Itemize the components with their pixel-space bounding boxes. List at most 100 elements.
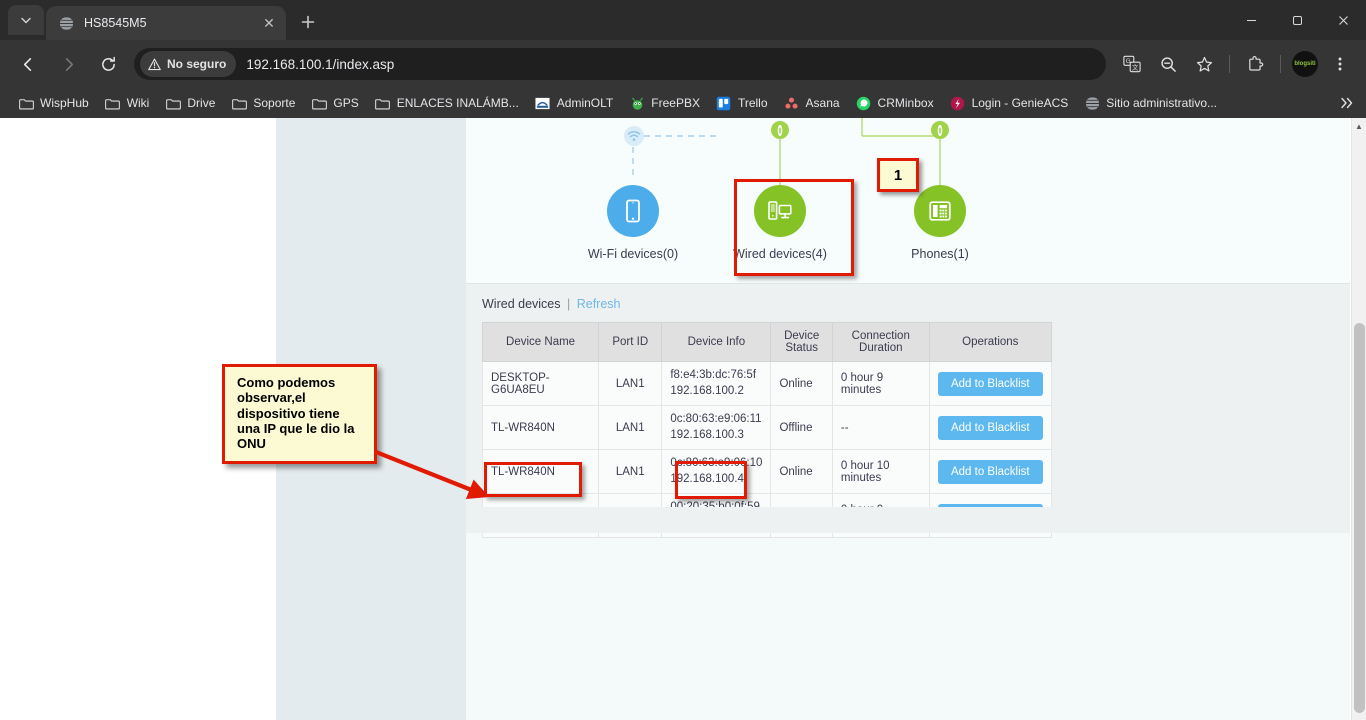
desk-phone-icon[interactable] [914, 185, 966, 237]
cell-mac: f8:e4:3b:dc:76:5f [670, 368, 762, 384]
bookmark-adminolt[interactable]: AdminOLT [527, 92, 621, 114]
toolbar-actions: G 文 [1114, 49, 1358, 79]
cell-device-status: Offline [771, 406, 832, 450]
topology-node-wifi-devices[interactable]: Wi-Fi devices(0) [563, 185, 703, 261]
tab-title: HS8545M5 [84, 16, 260, 30]
annotation-note-text: Como podemos observar,el dispositivo tie… [237, 375, 355, 451]
url-text: 192.168.100.1/index.asp [246, 57, 394, 72]
bookmark-label: Sitio administrativo... [1106, 96, 1217, 110]
cell-device-status: Online [771, 450, 832, 494]
topology-node-label: Phones(1) [870, 247, 1010, 261]
page-viewport: Wi-Fi devices(0) [0, 118, 1366, 720]
tablet-icon[interactable] [607, 185, 659, 237]
bookmark-label: FreePBX [651, 96, 700, 110]
chrome-menu-icon[interactable] [1325, 49, 1355, 79]
add-to-blacklist-button[interactable]: Add to Blacklist [938, 372, 1043, 396]
translate-icon[interactable]: G 文 [1117, 49, 1147, 79]
bookmark-gps[interactable]: GPS [303, 92, 366, 114]
cell-device-name: TL-WR840N [483, 406, 599, 450]
folder-icon [231, 95, 247, 111]
zoom-icon[interactable] [1153, 49, 1183, 79]
cell-port-id: LAN1 [599, 450, 662, 494]
globe-icon [58, 15, 74, 31]
close-icon[interactable]: ✕ [260, 14, 278, 32]
bookmark-trello[interactable]: Trello [708, 92, 776, 114]
bookmark-label: Soporte [253, 96, 295, 110]
new-tab-button[interactable] [294, 8, 322, 36]
freepbx-icon [629, 95, 645, 111]
bookmark-label: Login - GenieACS [972, 96, 1069, 110]
scroll-up-icon[interactable]: ▲ [1352, 118, 1366, 134]
network-topology: Wi-Fi devices(0) [466, 118, 1350, 283]
folder-icon [375, 95, 391, 111]
bookmark-sitio-administrativo[interactable]: Sitio administrativo... [1076, 92, 1225, 114]
bookmark-login-genieacs[interactable]: Login - GenieACS [942, 92, 1077, 114]
maximize-button[interactable] [1274, 0, 1320, 40]
bookmark-label: AdminOLT [557, 96, 613, 110]
bookmark-wisphub[interactable]: WispHub [10, 92, 97, 114]
site-security-chip[interactable]: No seguro [140, 51, 236, 77]
reload-button[interactable] [92, 48, 124, 80]
double-chevron-right-icon [1340, 96, 1354, 110]
cell-ip: 192.168.100.3 [670, 428, 762, 444]
page-scrollbar[interactable]: ▲ [1351, 118, 1366, 720]
scrollbar-thumb[interactable] [1354, 323, 1365, 713]
table-header-row: Device Name Port ID Device Info Device S… [483, 323, 1052, 362]
topology-node-label: Wi-Fi devices(0) [563, 247, 703, 261]
browser-tab-active[interactable]: HS8545M5 ✕ [46, 6, 286, 40]
bookmark-enlaces-inalambricos[interactable]: ENLACES INALÁMB... [367, 92, 527, 114]
toolbar-divider [1229, 55, 1230, 73]
address-bar[interactable]: No seguro 192.168.100.1/index.asp [134, 48, 1106, 80]
table-row: TL-WR840N LAN1 0c:80:63:e9:06:11 192.168… [483, 406, 1052, 450]
warning-triangle-icon [148, 58, 161, 71]
cell-ip: 192.168.100.2 [670, 384, 762, 400]
cell-device-info: 0c:80:63:e9:06:11 192.168.100.3 [662, 406, 771, 450]
topology-node-phones[interactable]: Phones(1) [870, 185, 1010, 261]
bookmark-soporte[interactable]: Soporte [223, 92, 303, 114]
cell-mac: 0c:80:63:e9:06:11 [670, 412, 762, 428]
bookmark-wiki[interactable]: Wiki [97, 92, 158, 114]
extensions-icon[interactable] [1240, 49, 1270, 79]
link-indicator-wired [771, 121, 789, 139]
crminbox-icon [856, 95, 872, 111]
col-device-status: Device Status [771, 323, 832, 362]
cell-device-name: DESKTOP-G6UA8EU [483, 362, 599, 406]
avatar-label: blogsiti [1294, 61, 1315, 67]
forward-arrow-icon [60, 56, 77, 73]
cell-port-id: LAN1 [599, 406, 662, 450]
link-indicator-phone [931, 121, 949, 139]
profile-avatar[interactable]: blogsiti [1292, 51, 1318, 77]
tab-search-button[interactable] [8, 5, 44, 35]
minimize-button[interactable] [1228, 0, 1274, 40]
folder-icon [311, 95, 327, 111]
wired-devices-panel: Wired devices | Refresh Device Name Port… [466, 283, 1350, 533]
bookmark-label: CRMinbox [878, 96, 934, 110]
toolbar-divider-2 [1280, 55, 1281, 73]
back-button[interactable] [12, 48, 44, 80]
annotation-arrow-icon [372, 448, 497, 508]
genieacs-icon [950, 95, 966, 111]
col-connection-duration: Connection Duration [832, 323, 929, 362]
security-label: No seguro [167, 57, 226, 71]
bookmark-crminbox[interactable]: CRMinbox [848, 92, 942, 114]
wired-devices-table: Device Name Port ID Device Info Device S… [482, 322, 1052, 538]
cell-port-id: LAN1 [599, 362, 662, 406]
close-window-button[interactable] [1320, 0, 1366, 40]
bookmarks-overflow-button[interactable] [1336, 92, 1358, 114]
annotation-highlight-wired-devices [734, 179, 854, 276]
back-arrow-icon [20, 56, 37, 73]
bookmark-drive[interactable]: Drive [157, 92, 223, 114]
bookmark-asana[interactable]: Asana [776, 92, 848, 114]
add-to-blacklist-button[interactable]: Add to Blacklist [938, 460, 1043, 484]
refresh-link[interactable]: Refresh [577, 297, 621, 311]
add-to-blacklist-button[interactable]: Add to Blacklist [938, 416, 1043, 440]
forward-button[interactable] [52, 48, 84, 80]
cell-connection-duration: 0 hour 10 minutes [832, 450, 929, 494]
browser-toolbar: No seguro 192.168.100.1/index.asp G 文 [0, 40, 1366, 88]
reload-icon [100, 56, 117, 73]
annotation-note: Como podemos observar,el dispositivo tie… [222, 364, 377, 464]
tab-strip: HS8545M5 ✕ [0, 0, 1366, 40]
globe-icon [1084, 95, 1100, 111]
bookmark-star-icon[interactable] [1189, 49, 1219, 79]
bookmark-freepbx[interactable]: FreePBX [621, 92, 708, 114]
